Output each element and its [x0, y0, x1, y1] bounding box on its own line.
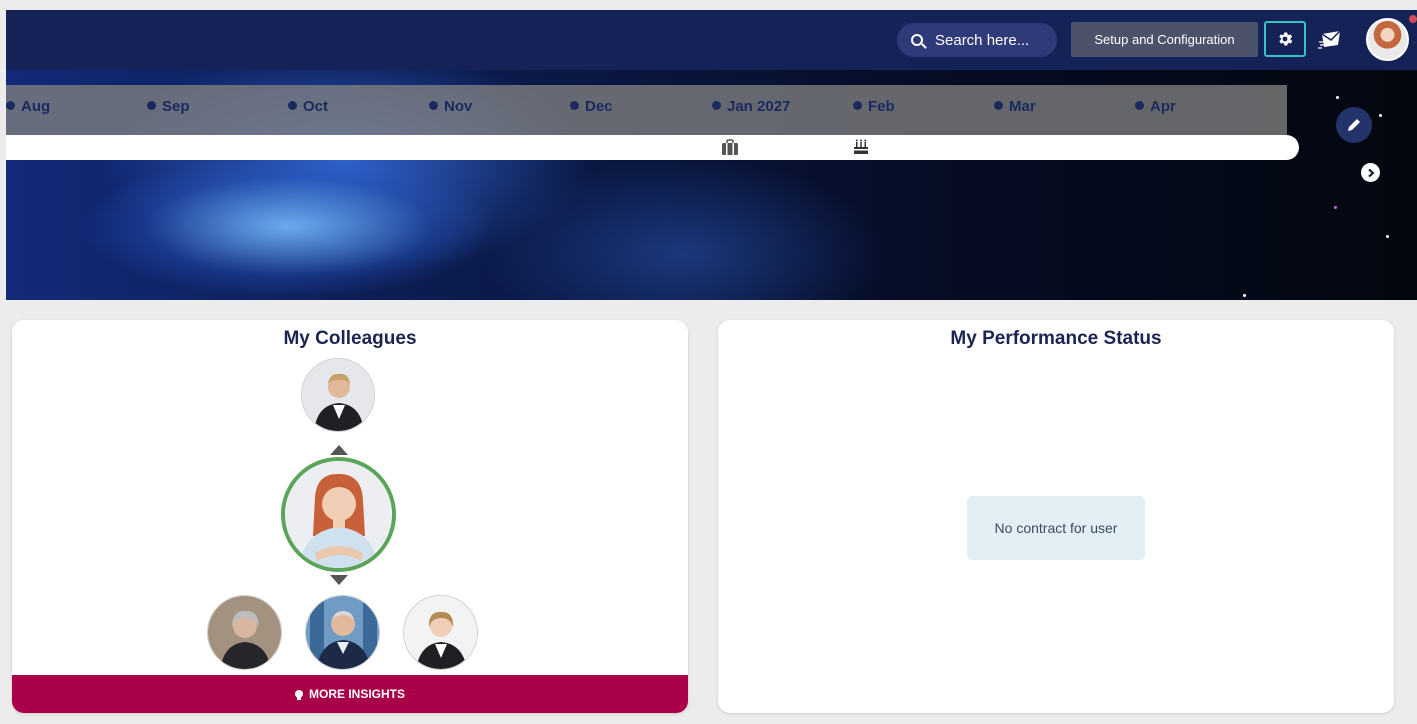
month-label[interactable]: Aug — [6, 98, 50, 115]
more-insights-button[interactable]: MORE INSIGHTS — [12, 675, 688, 713]
search-box[interactable]: Search here... — [897, 23, 1057, 57]
person-avatar-image — [285, 461, 392, 568]
colleague-photo[interactable] — [305, 595, 380, 670]
my-colleagues-card: My Colleagues MORE INSIGHTS — [12, 320, 688, 713]
search-placeholder: Search here... — [935, 31, 1030, 49]
timeline-next-button[interactable] — [1361, 163, 1380, 182]
user-avatar[interactable] — [1366, 18, 1409, 61]
month-label[interactable]: Jan 2027 — [712, 98, 790, 115]
arrow-up-icon[interactable] — [330, 445, 348, 455]
month-label[interactable]: Feb — [853, 98, 895, 115]
more-insights-label: MORE INSIGHTS — [308, 687, 405, 701]
manager-photo[interactable] — [301, 358, 375, 432]
star-decoration — [1386, 235, 1389, 238]
setup-configuration-button[interactable] — [1264, 21, 1306, 57]
colleague-photo[interactable] — [403, 595, 478, 670]
star-decoration — [1379, 114, 1382, 117]
month-label[interactable]: Mar — [994, 98, 1036, 115]
month-label[interactable]: Apr — [1135, 98, 1176, 115]
gear-icon — [1279, 32, 1293, 46]
pencil-icon — [1348, 119, 1360, 131]
briefcase-icon[interactable] — [721, 138, 739, 156]
search-icon — [911, 34, 923, 46]
mail-icon — [1318, 30, 1341, 49]
star-decoration — [1336, 96, 1339, 99]
cake-icon[interactable] — [852, 138, 870, 156]
my-performance-status-card: My Performance Status No contract for us… — [718, 320, 1394, 713]
month-label[interactable]: Nov — [429, 98, 472, 115]
person-avatar-image — [302, 359, 374, 431]
star-decoration — [1243, 294, 1246, 297]
timeline-events-bar — [6, 135, 1299, 160]
star-decoration — [1334, 206, 1337, 209]
month-label[interactable]: Oct — [288, 98, 328, 115]
person-avatar-image — [306, 596, 379, 669]
no-contract-message: No contract for user — [967, 496, 1145, 560]
notification-dot — [1409, 15, 1417, 23]
chevron-right-icon — [1367, 168, 1375, 177]
messages-button[interactable] — [1316, 27, 1344, 53]
month-label[interactable]: Sep — [147, 98, 190, 115]
hero-banner: Aug Sep Oct Nov Dec Jan 2027 Feb Mar Apr — [6, 70, 1417, 300]
setup-configuration-tooltip: Setup and Configuration — [1071, 22, 1258, 57]
arrow-down-icon[interactable] — [330, 575, 348, 585]
month-label[interactable]: Dec — [570, 98, 613, 115]
performance-title: My Performance Status — [950, 328, 1162, 349]
colleagues-title: My Colleagues — [283, 328, 417, 349]
timeline-months-bar: Aug Sep Oct Nov Dec Jan 2027 Feb Mar Apr — [6, 85, 1287, 135]
colleague-photo[interactable] — [207, 595, 282, 670]
current-user-photo[interactable] — [281, 457, 396, 572]
lightbulb-icon — [294, 690, 303, 700]
edit-banner-button[interactable] — [1336, 107, 1372, 143]
person-avatar-image — [404, 596, 477, 669]
person-avatar-image — [208, 596, 281, 669]
